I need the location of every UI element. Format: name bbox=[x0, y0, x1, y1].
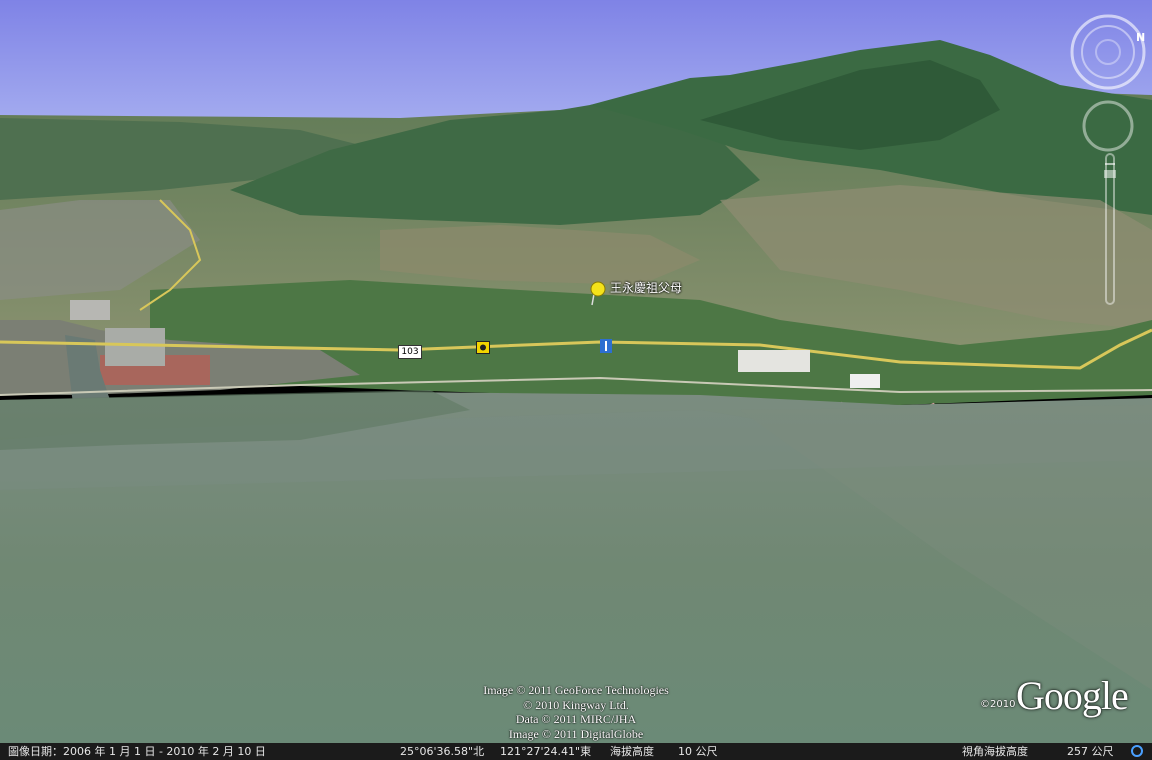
map-viewport[interactable]: 王永慶祖父母 103 N Image © 2011 GeoForce Techn… bbox=[0, 0, 1152, 760]
logo-copyright: ©2010 bbox=[980, 699, 1016, 710]
status-bar: 圖像日期：2006 年 1 月 1 日 - 2010 年 2 月 10 日 25… bbox=[0, 743, 1152, 760]
facility bbox=[738, 350, 810, 372]
placemark-label[interactable]: 王永慶祖父母 bbox=[610, 279, 682, 296]
compass-north-label: N bbox=[1136, 31, 1146, 44]
logo-word: Google bbox=[1016, 673, 1129, 718]
streaming-status-icon bbox=[1131, 745, 1143, 757]
credit-line: © 2010 Kingway Ltd. bbox=[523, 697, 629, 712]
zoom-slider[interactable] bbox=[1100, 150, 1120, 310]
look-joystick[interactable] bbox=[1070, 100, 1148, 152]
building-block bbox=[70, 300, 110, 320]
imagery-credits: Image © 2011 GeoForce Technologies © 201… bbox=[426, 683, 726, 741]
credit-line: Image © 2011 DigitalGlobe bbox=[508, 726, 644, 741]
eye-altitude-value: 257 公尺 bbox=[1067, 745, 1114, 758]
camera-icon[interactable] bbox=[476, 341, 490, 354]
info-marker-icon[interactable] bbox=[600, 339, 612, 353]
elevation-value: 10 公尺 bbox=[678, 745, 718, 758]
credit-line: Data © 2011 MIRC/JHA bbox=[515, 712, 637, 726]
building-block bbox=[105, 328, 165, 366]
road-shield: 103 bbox=[398, 345, 422, 359]
credit-line: Image © 2011 GeoForce Technologies bbox=[483, 683, 669, 697]
yellow-pushpin-icon[interactable] bbox=[588, 280, 608, 306]
elevation-label: 海拔高度 bbox=[610, 745, 654, 758]
facility bbox=[850, 374, 880, 388]
longitude: 121°27'24.41"東 bbox=[500, 745, 592, 758]
imagery-date: 圖像日期：2006 年 1 月 1 日 - 2010 年 2 月 10 日 bbox=[8, 745, 266, 758]
terrain-scene bbox=[0, 0, 1152, 743]
eye-altitude-label: 視角海拔高度 bbox=[962, 745, 1028, 758]
navigation-compass[interactable] bbox=[1070, 10, 1148, 100]
latitude: 25°06'36.58"北 bbox=[400, 745, 485, 758]
